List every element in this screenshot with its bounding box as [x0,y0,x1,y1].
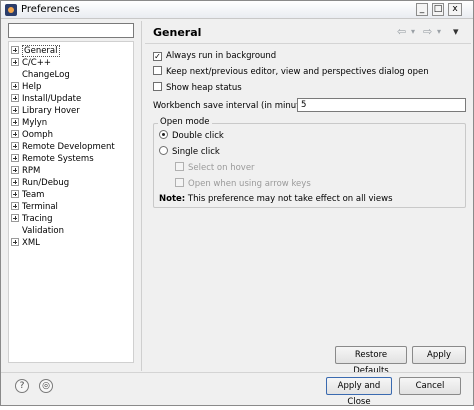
tree-item-general[interactable]: General [11,45,60,57]
expand-icon[interactable] [11,178,19,186]
select-on-hover-checkbox: Select on hover [175,162,255,175]
filter-input[interactable] [8,23,134,38]
back-icon[interactable]: ⇦ [397,25,406,38]
expand-icon[interactable] [11,58,19,66]
checkbox-box[interactable] [153,82,162,91]
checkmark-icon[interactable]: ✓ [153,52,162,61]
page-header: General ⇦ ▾ ⇨ ▾ ▾ [145,21,471,43]
tree-item-team[interactable]: Team [11,189,44,201]
expand-icon[interactable] [11,238,19,246]
preferences-window: Preferences _ □ x General C/C++ ChangeLo… [0,0,474,407]
checkbox-box [175,162,184,171]
single-click-radio[interactable]: Single click [159,146,220,159]
apply-button[interactable]: Apply [412,346,466,364]
radio-checked-icon[interactable] [159,130,168,139]
help-icon[interactable]: ? [15,379,29,393]
expand-icon[interactable] [11,214,19,222]
tree-item-changelog[interactable]: ChangeLog [11,69,70,81]
show-heap-status-checkbox[interactable]: Show heap status [153,82,242,95]
apply-and-close-button[interactable]: Apply and Close [326,377,392,407]
open-arrow-keys-checkbox: Open when using arrow keys [175,178,311,191]
title-bar: Preferences _ □ x [1,1,473,19]
tree-item-install-update[interactable]: Install/Update [11,93,81,105]
cancel-button[interactable]: Cancel [399,377,461,395]
tree-item-c-cpp[interactable]: C/C++ [11,57,51,69]
pane-sash[interactable] [141,21,142,371]
expand-icon[interactable] [11,202,19,210]
page-title: General [153,26,202,39]
expand-icon[interactable] [11,106,19,114]
header-separator [145,43,471,44]
view-menu-icon[interactable]: ▾ [453,25,459,38]
preference-tree: General C/C++ ChangeLog Help Install/Upd… [8,41,134,363]
forward-dropdown-icon[interactable]: ▾ [437,27,441,36]
back-dropdown-icon[interactable]: ▾ [411,27,415,36]
minimize-button[interactable]: _ [416,3,428,16]
double-click-radio[interactable]: Double click [159,130,224,143]
tree-item-library-hover[interactable]: Library Hover [11,105,80,117]
expand-icon[interactable] [11,94,19,102]
expand-icon[interactable] [11,166,19,174]
radio-icon[interactable] [159,146,168,155]
preference-page: General ⇦ ▾ ⇨ ▾ ▾ ✓ Always run in backgro… [145,21,471,376]
keep-next-previous-checkbox[interactable]: Keep next/previous editor, view and pers… [153,66,429,79]
eclipse-icon [5,4,17,16]
checkbox-box [175,178,184,187]
note-text: Note: This preference may not take effec… [159,194,393,204]
expand-icon[interactable] [11,82,19,90]
tree-item-oomph[interactable]: Oomph [11,129,53,141]
open-mode-title: Open mode [158,117,212,127]
always-run-background-checkbox[interactable]: ✓ Always run in background [153,50,276,63]
checkbox-box[interactable] [153,66,162,75]
tree-item-rpm[interactable]: RPM [11,165,40,177]
tree-item-remote-development[interactable]: Remote Development [11,141,115,153]
expand-icon[interactable] [11,154,19,162]
tree-item-tracing[interactable]: Tracing [11,213,52,225]
expand-icon[interactable] [11,190,19,198]
tree-item-run-debug[interactable]: Run/Debug [11,177,69,189]
close-button[interactable]: x [448,3,462,16]
tree-item-remote-systems[interactable]: Remote Systems [11,153,94,165]
forward-icon[interactable]: ⇨ [423,25,432,38]
save-interval-input[interactable]: 5 [297,98,466,112]
expand-icon[interactable] [11,130,19,138]
preference-tree-pane: General C/C++ ChangeLog Help Install/Upd… [8,23,136,363]
expand-icon[interactable] [11,142,19,150]
tree-item-validation[interactable]: Validation [11,225,64,237]
import-export-icon[interactable]: ◎ [39,379,53,393]
save-interval-label: Workbench save interval (in minutes): [153,101,316,111]
footer-separator [1,372,473,373]
maximize-button[interactable]: □ [432,3,444,16]
restore-defaults-button[interactable]: Restore Defaults [335,346,407,376]
window-title: Preferences [21,4,80,15]
tree-item-mylyn[interactable]: Mylyn [11,117,47,129]
tree-item-help[interactable]: Help [11,81,41,93]
expand-icon[interactable] [11,118,19,126]
tree-item-xml[interactable]: XML [11,237,40,249]
expand-icon[interactable] [11,46,19,54]
tree-item-terminal[interactable]: Terminal [11,201,58,213]
